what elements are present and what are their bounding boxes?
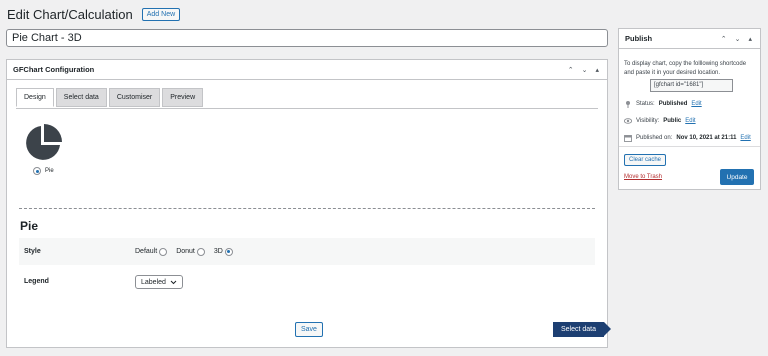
tab-design[interactable]: Design	[16, 88, 54, 107]
chevron-down-icon[interactable]: ⌄	[582, 66, 588, 74]
shortcode-instructions: To display chart, copy the folllowing sh…	[624, 61, 747, 76]
page-title: Edit Chart/Calculation	[7, 7, 133, 22]
published-on-line: Published on: Nov 10, 2021 at 21:11 Edit	[624, 134, 751, 142]
chevron-up-icon[interactable]: ⌃	[568, 66, 574, 74]
pie-type-label: Pie	[45, 168, 54, 174]
visibility-line: Visibility: Public Edit	[624, 117, 696, 125]
tabs-divider	[16, 108, 598, 109]
config-box-header: GFChart Configuration ⌃ ⌄ ▴	[7, 60, 607, 80]
calendar-icon	[624, 135, 632, 142]
style-option-donut-radio[interactable]	[196, 247, 205, 256]
tab-preview[interactable]: Preview	[162, 88, 204, 107]
move-to-trash-link[interactable]: Move to Trash	[624, 174, 662, 180]
style-option-donut[interactable]: Donut	[176, 247, 205, 256]
style-option-donut-label: Donut	[176, 248, 195, 255]
style-label: Style	[24, 248, 41, 255]
publish-box-handle-actions: ⌃ ⌄ ▴	[721, 35, 760, 43]
gfchart-configuration-box: GFChart Configuration ⌃ ⌄ ▴ Design Selec…	[6, 59, 612, 348]
pin-icon	[626, 101, 630, 108]
publish-box: Publish ⌃ ⌄ ▴ To display chart, copy the…	[618, 28, 761, 190]
eye-icon	[624, 118, 632, 124]
published-on-value: Nov 10, 2021 at 21:11	[676, 135, 737, 141]
add-new-button[interactable]: Add New	[141, 8, 181, 21]
publish-box-title: Publish	[625, 34, 653, 43]
config-box-handle-actions: ⌃ ⌄ ▴	[568, 66, 607, 74]
legend-select[interactable]: Labeled	[135, 275, 183, 289]
style-option-3d-label: 3D	[213, 248, 223, 255]
save-button[interactable]: Save	[295, 322, 323, 337]
style-option-3d-radio[interactable]	[224, 247, 233, 256]
style-options: Default Donut 3D	[135, 247, 233, 256]
pie-chart-icon[interactable]	[23, 123, 63, 163]
style-option-default[interactable]: Default	[135, 247, 168, 256]
tab-select-data[interactable]: Select data	[55, 88, 107, 107]
pie-type-choice[interactable]: Pie	[33, 167, 54, 175]
legend-select-value: Labeled	[141, 278, 166, 286]
triangle-up-icon[interactable]: ▴	[595, 66, 599, 74]
update-button[interactable]: Update	[720, 169, 754, 185]
clear-cache-button[interactable]: Clear cache	[624, 154, 667, 166]
section-divider	[19, 208, 595, 209]
status-label: Status:	[636, 101, 655, 107]
page-heading: Edit Chart/Calculation Add New	[7, 7, 181, 22]
style-option-default-radio[interactable]	[159, 247, 168, 256]
chevron-up-icon[interactable]: ⌃	[721, 35, 727, 43]
visibility-value: Public	[663, 118, 682, 124]
config-tabs: Design Select data Customiser Preview	[16, 88, 204, 107]
shortcode-field[interactable]: [gfchart id="1681"]	[650, 79, 733, 92]
select-data-button[interactable]: Select data	[553, 322, 612, 337]
publish-box-header: Publish ⌃ ⌄ ▴	[619, 29, 760, 49]
status-edit-link[interactable]: Edit	[691, 101, 701, 107]
config-box-title: GFChart Configuration	[13, 65, 95, 74]
style-option-default-label: Default	[135, 248, 158, 255]
chevron-down-icon[interactable]: ⌄	[735, 35, 741, 43]
legend-row: Legend Labeled	[19, 268, 595, 295]
legend-label: Legend	[24, 278, 49, 285]
chart-title-input[interactable]	[6, 29, 608, 47]
tab-customiser[interactable]: Customiser	[108, 88, 161, 107]
section-heading: Pie	[20, 219, 39, 233]
publish-actions-divider	[619, 146, 760, 147]
chevron-down-icon	[170, 280, 177, 284]
style-option-3d[interactable]: 3D	[213, 247, 233, 256]
style-row: Style Default Donut 3D	[19, 238, 595, 265]
status-value: Published	[658, 101, 688, 107]
published-on-label: Published on:	[636, 135, 673, 141]
visibility-edit-link[interactable]: Edit	[685, 118, 695, 124]
status-line: Status: Published Edit	[624, 100, 702, 108]
visibility-label: Visibility:	[636, 118, 660, 124]
pie-type-radio[interactable]	[33, 167, 41, 175]
triangle-up-icon[interactable]: ▴	[748, 35, 752, 43]
published-on-edit-link[interactable]: Edit	[740, 135, 750, 141]
